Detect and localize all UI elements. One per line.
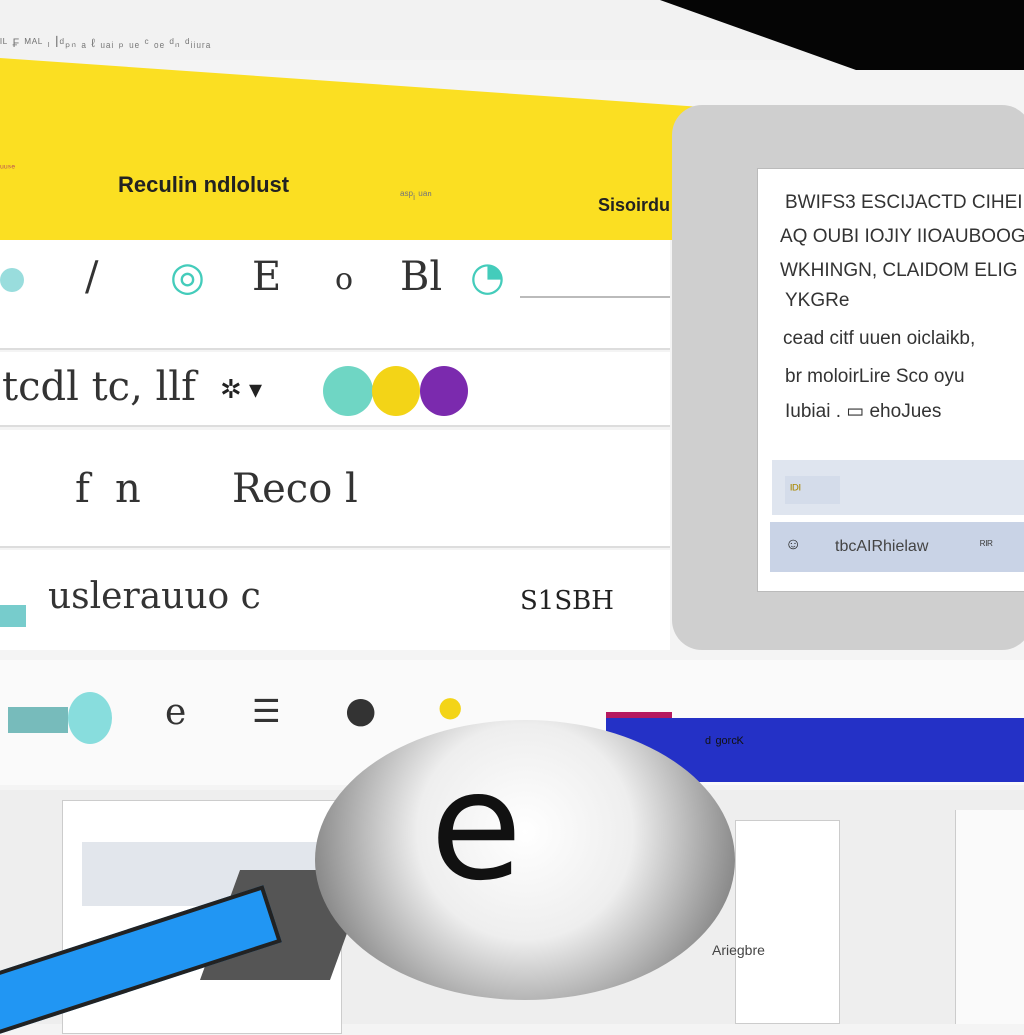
divider [520,296,670,298]
text-row: uslerauuo c S1SBH [0,550,670,650]
footer-right[interactable]: ᴿᴵᴿ [980,538,993,552]
font-row: f n Reco l [0,430,670,548]
color-swatch-yellow[interactable] [372,366,420,416]
toolbar-icon[interactable] [0,268,24,292]
color-swatch-teal[interactable] [323,366,373,416]
row-icon[interactable] [0,605,26,627]
yellow-dot-icon[interactable]: ● [438,690,462,723]
dialog-line: AQ OUBI IOJIY IIOAUBOOG [780,226,1024,247]
bold-icon[interactable]: E [252,254,281,300]
slider-track[interactable] [8,707,68,733]
bl-icon[interactable]: Bl [400,254,442,300]
blue-bar-label: ᵈ ᵍᵒʳᶜᴷ [705,735,744,752]
dialog-line: YKGRe [785,290,850,311]
font-preview[interactable]: Reco l [232,466,358,512]
circle-icon[interactable]: ◎ [170,254,205,300]
slider-handle[interactable] [68,692,112,744]
knob-glyph: e [430,740,523,914]
o-icon[interactable]: o [335,262,353,297]
slash-icon[interactable]: / [85,254,98,300]
text-preview: uslerauuo c [48,576,261,617]
dialog-line: br moloirLire Sco oyu [785,366,965,387]
side-panel [955,810,1024,1024]
toolbar-row: / ◎ E o Bl ◔ [0,240,670,350]
dialog-line: cead citf uuen oiclaikb, [783,328,976,349]
footer-label[interactable]: tbcAIRhielaw [835,538,928,556]
dialog-input-chip[interactable]: ᴵᴰᴵ [785,476,840,504]
menu-icon[interactable]: ☰ [252,692,281,730]
bottom-label: Ariegbre [712,942,765,958]
value-text: S1SBH [520,586,614,616]
f-glyph: f [75,466,90,512]
smile-icon[interactable]: ☺ [785,536,801,554]
dial-knob[interactable] [315,720,735,1000]
header-note: ᵤᵤₛₑ [0,160,16,171]
e-icon[interactable]: e [165,692,186,733]
color-swatch-purple[interactable] [420,366,468,416]
symbol-icon[interactable]: ✲ ▾ [220,374,262,405]
url-text[interactable]: ᴵᴸ ₣ ᴹᴬᴸ ₗ ꟾᵈₚₙ ₐ ℓ ᵤₐᵢ ₚ ᵤₑ ᶜ ₒₑ ᵈₙ ᵈᵢᵢ… [0,36,211,50]
dialog-line: WKHINGN, CLAIDOM ELIG [780,260,1018,281]
header-right-label[interactable]: Sisoirdu [598,195,670,216]
side-card[interactable] [735,820,840,1024]
dialog-line: Iubiai . ▭ ehoJues [785,401,942,422]
dialog-line: BWIFS3 ESCIJACTD CIHEII [785,192,1024,213]
n-glyph: n [115,466,141,512]
teal-icon[interactable]: ◔ [470,254,505,300]
header-middle: ᵃˢᵖᵢ ᵘᵃⁿ [400,188,432,202]
color-row: tcdl tc, llf ✲ ▾ [0,352,670,427]
header-title: Reculin ndlolust [118,172,290,197]
row-label: tcdl tc, llf [2,364,196,410]
record-icon[interactable]: ● [345,690,376,731]
